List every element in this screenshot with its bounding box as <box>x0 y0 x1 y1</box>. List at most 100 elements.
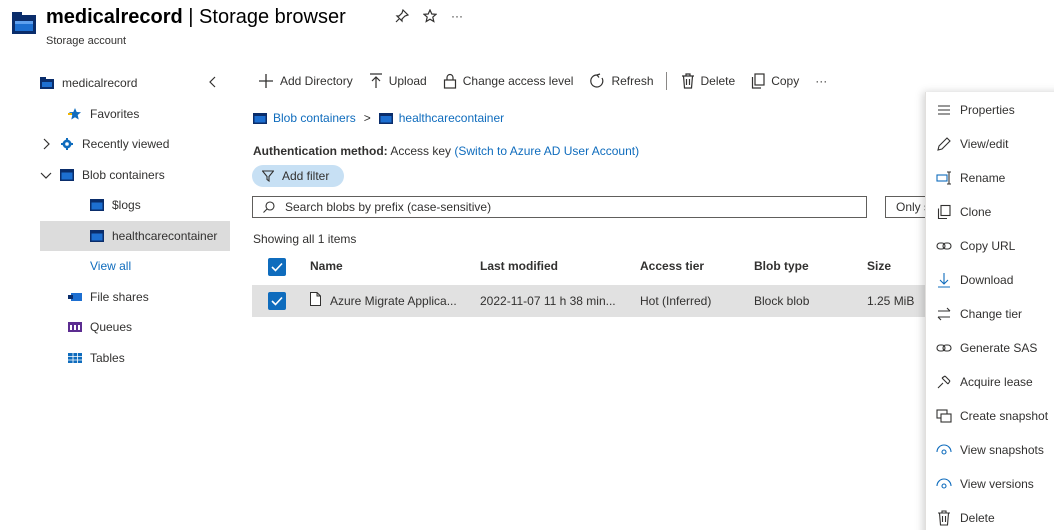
add-directory-button[interactable]: Add Directory <box>258 73 353 89</box>
sidebar-item-queues[interactable]: Queues <box>40 312 230 343</box>
sidebar-item-view-all[interactable]: View all <box>40 251 230 282</box>
star-icon[interactable] <box>423 9 437 23</box>
download-icon <box>938 273 950 288</box>
sidebar-item-healthcarecontainer[interactable]: healthcarecontainer <box>40 220 230 251</box>
chevron-down-icon[interactable] <box>40 169 52 181</box>
page-subtitle: Storage account <box>46 35 127 47</box>
toolbar-divider <box>665 72 667 90</box>
container-icon <box>60 168 74 181</box>
container-icon <box>90 199 104 212</box>
row-access-tier: Hot (Inferred) <box>640 294 712 308</box>
snapshot-icon <box>936 409 952 423</box>
storage-icon <box>40 77 54 90</box>
row-last-modified: 2022-11-07 11 h 38 min... <box>480 294 616 308</box>
menu-item-generate-sas[interactable]: Generate SAS <box>926 331 1037 365</box>
column-header-access-tier[interactable]: Access tier <box>640 259 704 273</box>
breadcrumb-separator: > <box>363 111 371 125</box>
filter-icon <box>262 170 274 182</box>
upload-icon <box>369 73 382 88</box>
command-bar: Add Directory Upload Change access level… <box>258 70 843 92</box>
link-icon <box>936 344 952 352</box>
rename-icon <box>936 171 951 185</box>
container-icon <box>253 112 267 124</box>
sidebar-item-medicalrecord[interactable]: medicalrecord <box>40 68 230 99</box>
sidebar-item-logs[interactable]: $logs <box>40 190 230 221</box>
list-icon <box>938 105 950 115</box>
eye-icon <box>936 478 952 489</box>
auth-method: Authentication method: Access key (Switc… <box>253 144 639 158</box>
menu-item-create-snapshot[interactable]: Create snapshot <box>926 399 1048 433</box>
menu-item-rename[interactable]: Rename <box>926 161 1005 195</box>
menu-item-view-snapshots[interactable]: View snapshots <box>926 433 1044 467</box>
copy-button[interactable]: Copy <box>751 73 799 89</box>
refresh-button[interactable]: Refresh <box>589 73 654 89</box>
menu-item-copy-url[interactable]: Copy URL <box>926 229 1015 263</box>
change-access-level-button[interactable]: Change access level <box>443 73 573 89</box>
file-share-icon <box>68 292 82 301</box>
file-icon <box>310 292 321 306</box>
gear-icon <box>61 138 73 151</box>
table-icon <box>68 352 82 363</box>
row-name[interactable]: Azure Migrate Applica... <box>330 294 457 308</box>
menu-item-clone[interactable]: Clone <box>926 195 991 229</box>
copy-icon <box>752 73 765 89</box>
storage-account-icon <box>12 12 36 34</box>
context-menu: Properties View/edit Rename Clone Copy U… <box>925 92 1054 530</box>
menu-item-delete[interactable]: Delete <box>926 501 995 530</box>
sidebar-item-blob-containers[interactable]: Blob containers <box>40 160 230 191</box>
favorites-star-icon <box>68 107 81 120</box>
queue-icon <box>68 322 82 333</box>
breadcrumb-current[interactable]: healthcarecontainer <box>399 111 504 125</box>
eye-icon <box>936 444 952 455</box>
more-icon[interactable]: ··· <box>451 9 463 23</box>
pencil-icon <box>937 137 951 151</box>
search-placeholder: Search blobs by prefix (case-sensitive) <box>285 200 492 214</box>
plus-icon <box>259 74 273 88</box>
row-checkbox[interactable] <box>268 292 286 310</box>
checkmark-icon <box>271 262 283 272</box>
lock-icon <box>443 73 456 89</box>
refresh-icon <box>590 73 604 88</box>
menu-item-properties[interactable]: Properties <box>926 93 1015 127</box>
menu-item-acquire-lease[interactable]: Acquire lease <box>926 365 1033 399</box>
row-blob-type: Block blob <box>754 294 810 308</box>
sidebar-nav: medicalrecord Favorites Recently viewed … <box>40 68 230 373</box>
menu-item-view-edit[interactable]: View/edit <box>926 127 1008 161</box>
chevron-right-icon[interactable] <box>40 138 52 150</box>
switch-auth-link[interactable]: (Switch to Azure AD User Account) <box>454 144 639 158</box>
auth-value: Access key <box>390 144 452 158</box>
collapse-chevron-icon[interactable] <box>208 76 218 88</box>
pin-icon[interactable] <box>395 9 409 23</box>
page-title: medicalrecord | Storage browser <box>46 6 346 28</box>
menu-item-view-versions[interactable]: View versions <box>926 467 1034 501</box>
column-header-last-modified[interactable]: Last modified <box>480 259 558 273</box>
sidebar-item-file-shares[interactable]: File shares <box>40 282 230 313</box>
column-header-name[interactable]: Name <box>310 259 343 273</box>
auth-label: Authentication method: <box>253 144 388 158</box>
delete-button[interactable]: Delete <box>681 73 735 89</box>
select-all-checkbox[interactable] <box>268 258 286 276</box>
breadcrumb-blob-containers[interactable]: Blob containers <box>273 111 356 125</box>
trash-icon <box>681 73 694 89</box>
search-icon <box>263 201 275 213</box>
clone-icon <box>937 204 951 220</box>
breadcrumb: Blob containers > healthcarecontainer <box>253 111 504 125</box>
menu-item-change-tier[interactable]: Change tier <box>926 297 1022 331</box>
container-icon <box>378 112 393 124</box>
menu-item-download[interactable]: Download <box>926 263 1013 297</box>
link-icon <box>936 242 952 250</box>
more-commands-button[interactable]: ··· <box>815 74 827 88</box>
swap-icon <box>937 307 951 321</box>
checkmark-icon <box>271 296 283 306</box>
column-header-blob-type[interactable]: Blob type <box>754 259 809 273</box>
sidebar-item-recently-viewed[interactable]: Recently viewed <box>40 129 230 160</box>
container-icon <box>90 229 104 242</box>
add-filter-button[interactable]: Add filter <box>252 165 344 187</box>
search-blobs-input[interactable]: Search blobs by prefix (case-sensitive) <box>252 196 867 218</box>
result-count: Showing all 1 items <box>253 232 357 246</box>
upload-button[interactable]: Upload <box>369 73 427 89</box>
lease-icon <box>937 375 951 389</box>
sidebar-item-tables[interactable]: Tables <box>40 343 230 374</box>
column-header-size[interactable]: Size <box>867 259 891 273</box>
sidebar-item-favorites[interactable]: Favorites <box>40 99 230 130</box>
